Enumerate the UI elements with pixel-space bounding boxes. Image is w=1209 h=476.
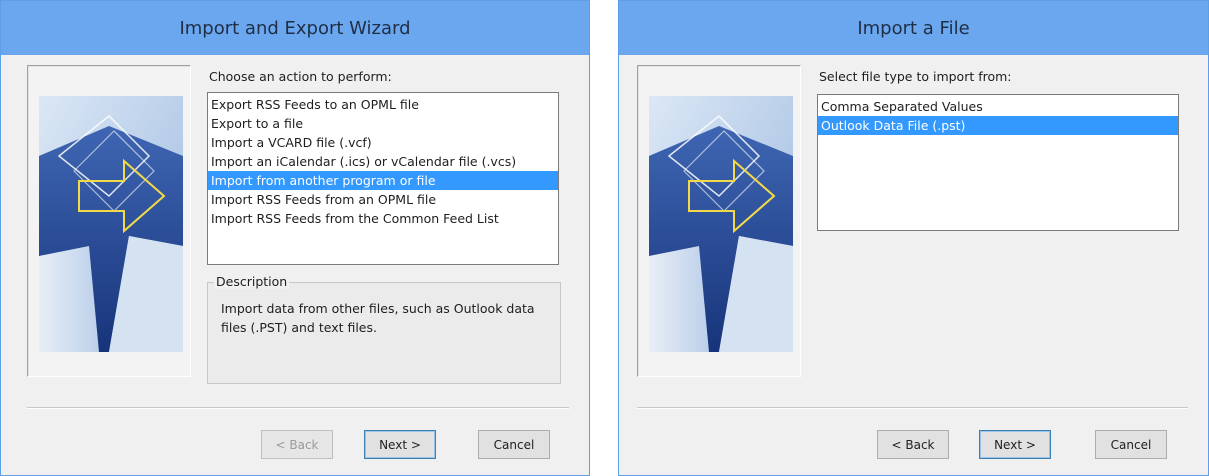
list-item[interactable]: Comma Separated Values xyxy=(818,97,1178,116)
next-button[interactable]: Next > xyxy=(364,430,436,459)
list-item-selected[interactable]: Import from another program or file xyxy=(208,171,558,190)
list-item[interactable]: Import a VCARD file (.vcf) xyxy=(208,133,558,152)
wizard-illustration xyxy=(649,96,793,352)
cancel-button[interactable]: Cancel xyxy=(1095,430,1167,459)
back-button[interactable]: < Back xyxy=(261,430,333,459)
list-item[interactable]: Import RSS Feeds from an OPML file xyxy=(208,190,558,209)
file-type-listbox[interactable]: Comma Separated Values Outlook Data File… xyxy=(817,94,1179,231)
button-separator xyxy=(27,407,569,409)
description-group: Description Import data from other files… xyxy=(207,274,561,384)
list-item-selected[interactable]: Outlook Data File (.pst) xyxy=(818,116,1178,135)
back-button[interactable]: < Back xyxy=(877,430,949,459)
dialog-title: Import and Export Wizard xyxy=(1,1,589,55)
action-prompt: Choose an action to perform: xyxy=(209,69,392,84)
list-item[interactable]: Import RSS Feeds from the Common Feed Li… xyxy=(208,209,558,228)
list-item[interactable]: Export to a file xyxy=(208,114,558,133)
file-type-prompt: Select file type to import from: xyxy=(819,69,1012,84)
action-listbox[interactable]: Export RSS Feeds to an OPML file Export … xyxy=(207,92,559,265)
dialog-content: Choose an action to perform: Export RSS … xyxy=(9,55,581,467)
dialog-title: Import a File xyxy=(619,1,1208,55)
next-button[interactable]: Next > xyxy=(979,430,1051,459)
description-text: Import data from other files, such as Ou… xyxy=(221,301,535,335)
wizard-art-frame xyxy=(637,65,801,377)
import-a-file-dialog: Import a File Select file type to import… xyxy=(618,0,1209,476)
dialog-content: Select file type to import from: Comma S… xyxy=(627,55,1200,467)
import-export-wizard-dialog: Import and Export Wizard Choose an actio… xyxy=(0,0,590,476)
description-label: Description xyxy=(214,274,290,289)
wizard-illustration xyxy=(39,96,183,352)
list-item[interactable]: Export RSS Feeds to an OPML file xyxy=(208,95,558,114)
button-separator xyxy=(637,407,1188,409)
list-item[interactable]: Import an iCalendar (.ics) or vCalendar … xyxy=(208,152,558,171)
cancel-button[interactable]: Cancel xyxy=(478,430,550,459)
wizard-art-frame xyxy=(27,65,191,377)
